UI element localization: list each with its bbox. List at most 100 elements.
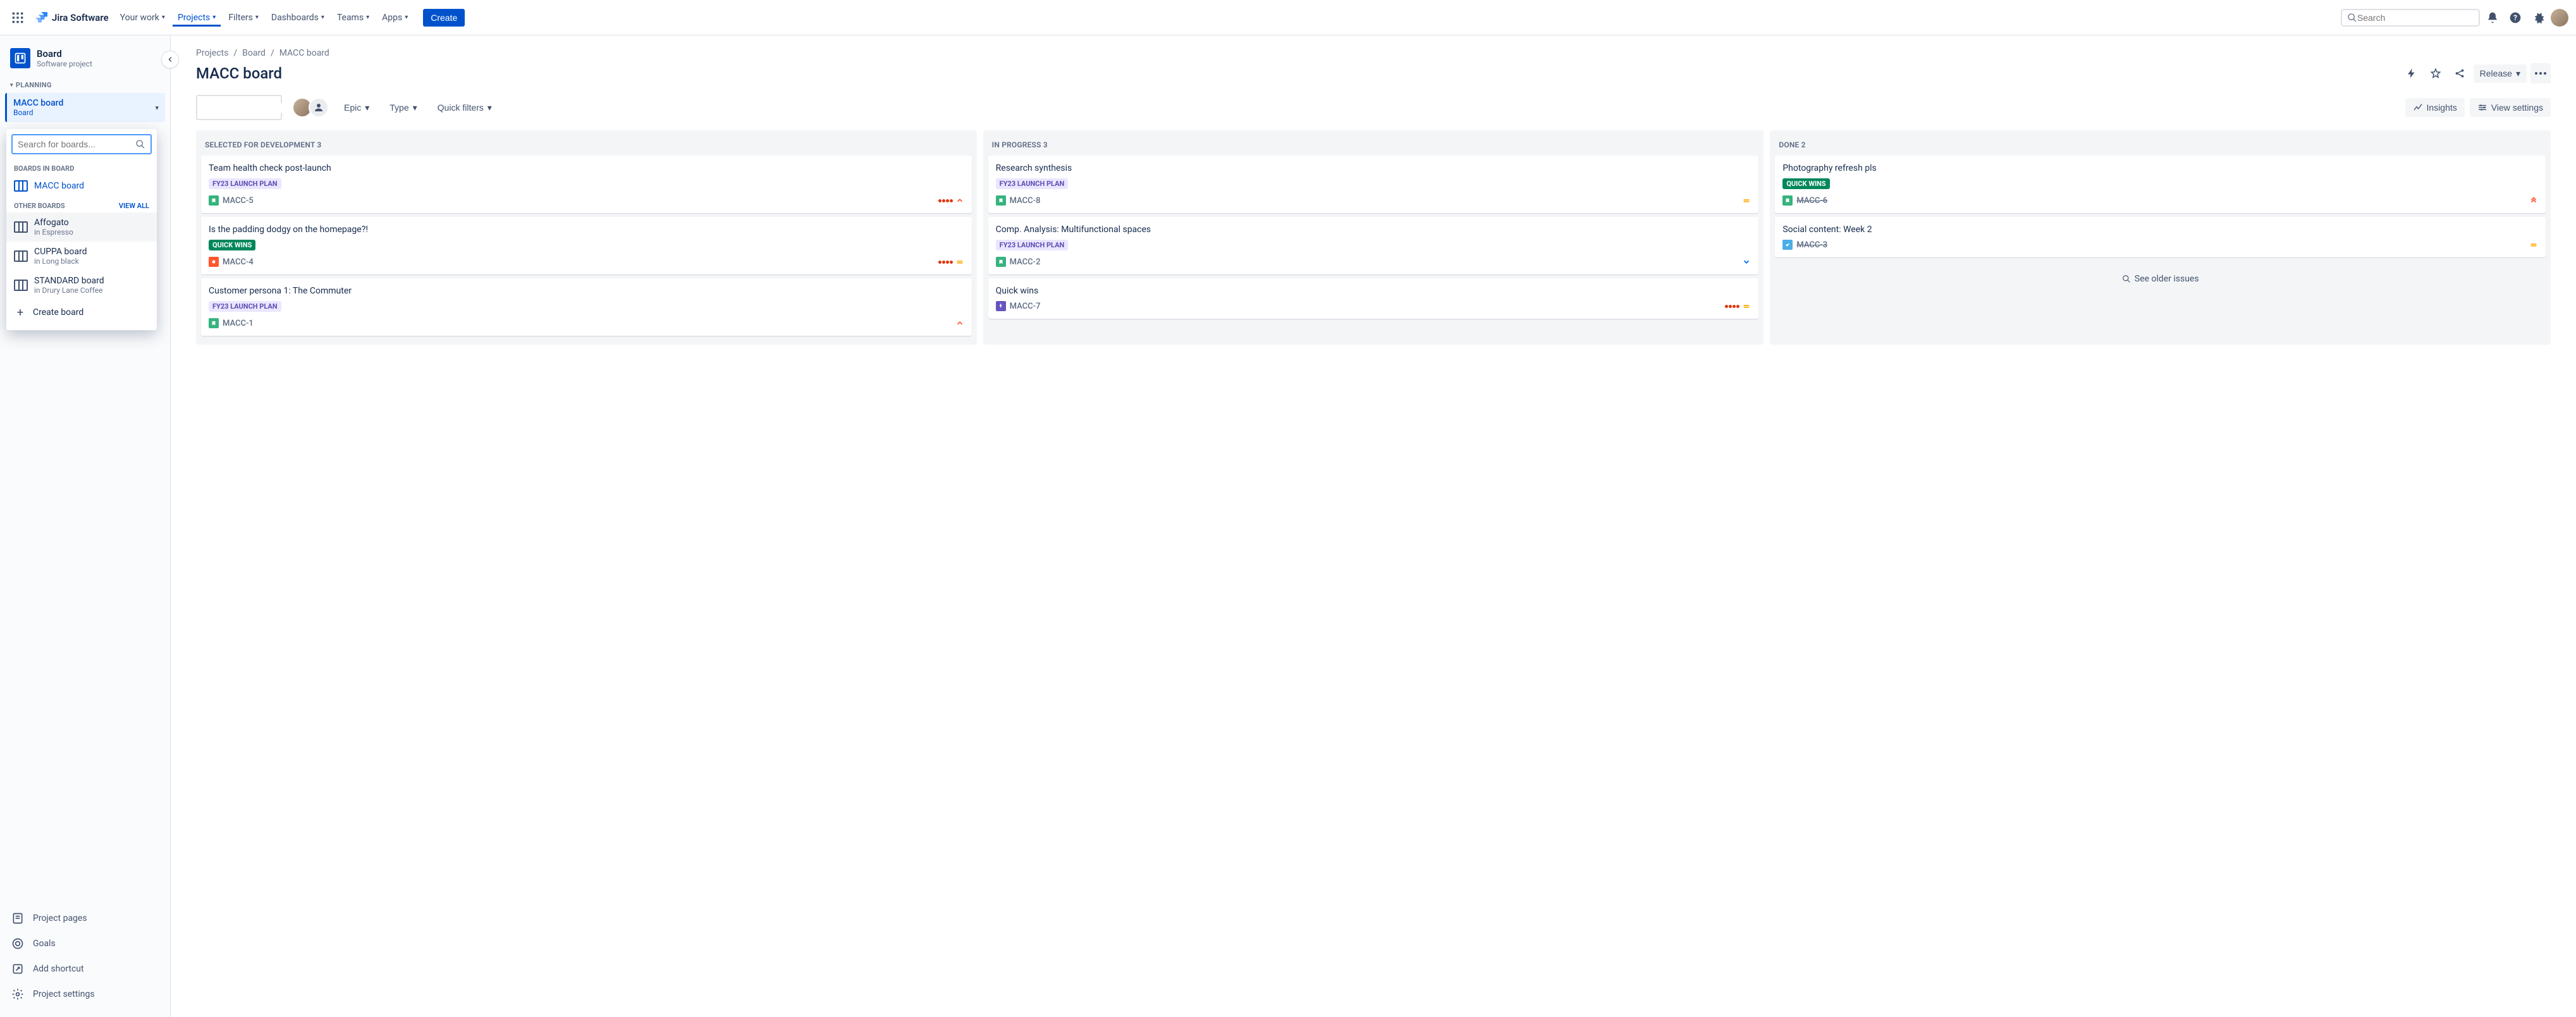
board-option[interactable]: CUPPA boardin Long black <box>6 242 157 271</box>
issue-key: MACC-8 <box>1010 196 1041 206</box>
boards-in-project-label: BOARDS IN BOARD <box>6 159 157 175</box>
issue-card[interactable]: Customer persona 1: The Commuter FY23 LA… <box>201 278 972 336</box>
help-button[interactable]: ? <box>2505 8 2525 28</box>
epic-icon <box>996 301 1006 311</box>
sidebar-project-settings[interactable]: Project settings <box>5 982 165 1007</box>
card-title: Photography refresh pls <box>1782 163 2538 173</box>
board-search-input[interactable] <box>18 139 135 149</box>
issue-card[interactable]: Comp. Analysis: Multifunctional spaces F… <box>988 217 1759 274</box>
epic-tag[interactable]: FY23 LAUNCH PLAN <box>209 178 281 189</box>
star-icon <box>2430 68 2441 79</box>
board-search-field[interactable] <box>11 134 152 154</box>
priority-dots <box>938 261 953 264</box>
board-picker-sub: Board <box>13 108 63 117</box>
insights-button[interactable]: Insights <box>2405 98 2465 117</box>
board-picker[interactable]: MACC board Board ▾ <box>5 93 165 122</box>
issue-card[interactable]: Team health check post-launch FY23 LAUNC… <box>201 156 972 213</box>
global-search[interactable] <box>2341 9 2480 27</box>
issue-card[interactable]: Photography refresh pls QUICK WINS MACC-… <box>1775 156 2546 213</box>
global-search-input[interactable] <box>2357 13 2474 23</box>
share-button[interactable] <box>2450 63 2470 83</box>
more-icon <box>2535 72 2546 75</box>
card-meta <box>955 319 964 328</box>
chevron-down-icon: ▾ <box>255 14 259 21</box>
view-settings-button[interactable]: View settings <box>2470 98 2551 117</box>
add-people-button[interactable] <box>309 97 329 118</box>
share-icon <box>2454 68 2465 79</box>
nav-teams[interactable]: Teams▾ <box>332 9 374 27</box>
search-icon <box>2347 13 2357 23</box>
chevron-down-icon: ▾ <box>212 14 216 21</box>
nav-dashboards[interactable]: Dashboards▾ <box>266 9 329 27</box>
epic-tag[interactable]: FY23 LAUNCH PLAN <box>209 301 281 312</box>
task-icon <box>1782 240 1793 250</box>
board-column: DONE 2 Photography refresh pls QUICK WIN… <box>1770 130 2551 345</box>
page-icon <box>11 912 24 925</box>
issue-key: MACC-2 <box>1010 257 1041 267</box>
star-button[interactable] <box>2426 63 2446 83</box>
chevron-down-icon: ▾ <box>10 82 13 89</box>
see-older-link[interactable]: See older issues <box>1775 261 2546 297</box>
issue-card[interactable]: Is the padding dodgy on the homepage?! Q… <box>201 217 972 274</box>
issue-key: MACC-7 <box>1010 302 1041 311</box>
breadcrumb: Projects / Board / MACC board <box>196 48 2551 58</box>
issue-card[interactable]: Quick wins MACC-7 <box>988 278 1759 319</box>
epic-tag[interactable]: FY23 LAUNCH PLAN <box>996 178 1069 189</box>
epic-tag[interactable]: QUICK WINS <box>1782 178 1829 189</box>
breadcrumb-projects[interactable]: Projects <box>196 48 228 58</box>
board-option[interactable]: Affogatoin Espresso <box>6 213 157 242</box>
card-meta <box>938 196 964 205</box>
automation-button[interactable] <box>2401 63 2422 83</box>
board-filter-search[interactable] <box>196 95 282 120</box>
type-filter[interactable]: Type▾ <box>384 99 422 117</box>
grid-icon <box>11 11 24 24</box>
issue-card[interactable]: Research synthesis FY23 LAUNCH PLAN MACC… <box>988 156 1759 213</box>
column-header: IN PROGRESS 3 <box>988 135 1759 156</box>
project-avatar <box>10 48 30 68</box>
epic-tag[interactable]: FY23 LAUNCH PLAN <box>996 240 1069 250</box>
create-board-button[interactable]: + Create board <box>6 300 157 325</box>
user-avatar[interactable] <box>2551 9 2568 27</box>
board-icon <box>14 180 28 192</box>
chevron-left-icon <box>166 56 174 63</box>
quick-filters[interactable]: Quick filters▾ <box>432 99 497 117</box>
nav-apps[interactable]: Apps▾ <box>377 9 413 27</box>
breadcrumb-board[interactable]: Board <box>242 48 266 58</box>
create-button[interactable]: Create <box>423 9 465 27</box>
epic-tag[interactable]: QUICK WINS <box>209 240 255 250</box>
shortcut-icon <box>11 963 24 975</box>
project-header: Board Software project <box>5 46 165 78</box>
notifications-button[interactable] <box>2482 8 2503 28</box>
release-button[interactable]: Release▾ <box>2474 65 2527 83</box>
chevron-down-icon: ▾ <box>366 14 369 21</box>
assignee-filter[interactable] <box>292 97 329 118</box>
collapse-sidebar-button[interactable] <box>161 51 179 68</box>
logo-text: Jira Software <box>52 12 109 23</box>
board-option-current[interactable]: MACC board <box>6 175 157 197</box>
story-icon <box>996 257 1006 267</box>
sidebar-add-shortcut[interactable]: Add shortcut <box>5 956 165 982</box>
story-icon <box>996 195 1006 206</box>
card-title: Quick wins <box>996 286 1751 296</box>
sidebar-project-pages[interactable]: Project pages <box>5 906 165 931</box>
gear-icon <box>2532 11 2544 24</box>
person-icon <box>313 102 324 113</box>
page-title: MACC board <box>196 65 282 82</box>
card-meta <box>2529 240 2538 249</box>
nav-projects[interactable]: Projects▾ <box>173 9 221 27</box>
planning-section-label[interactable]: ▾PLANNING <box>5 78 165 92</box>
more-button[interactable] <box>2530 63 2551 83</box>
issue-key: MACC-3 <box>1796 240 1827 250</box>
sidebar-goals[interactable]: Goals <box>5 931 165 956</box>
view-all-link[interactable]: VIEW ALL <box>119 202 149 210</box>
card-title: Comp. Analysis: Multifunctional spaces <box>996 225 1751 235</box>
nav-filters[interactable]: Filters▾ <box>223 9 264 27</box>
app-switcher[interactable] <box>8 8 28 28</box>
board-option[interactable]: STANDARD boardin Drury Lane Coffee <box>6 271 157 300</box>
board-icon <box>14 280 28 291</box>
nav-your-work[interactable]: Your work▾ <box>115 9 170 27</box>
issue-card[interactable]: Social content: Week 2 MACC-3 <box>1775 217 2546 257</box>
epic-filter[interactable]: Epic▾ <box>339 99 374 117</box>
settings-button[interactable] <box>2528 8 2548 28</box>
logo[interactable]: Jira Software <box>30 10 113 25</box>
